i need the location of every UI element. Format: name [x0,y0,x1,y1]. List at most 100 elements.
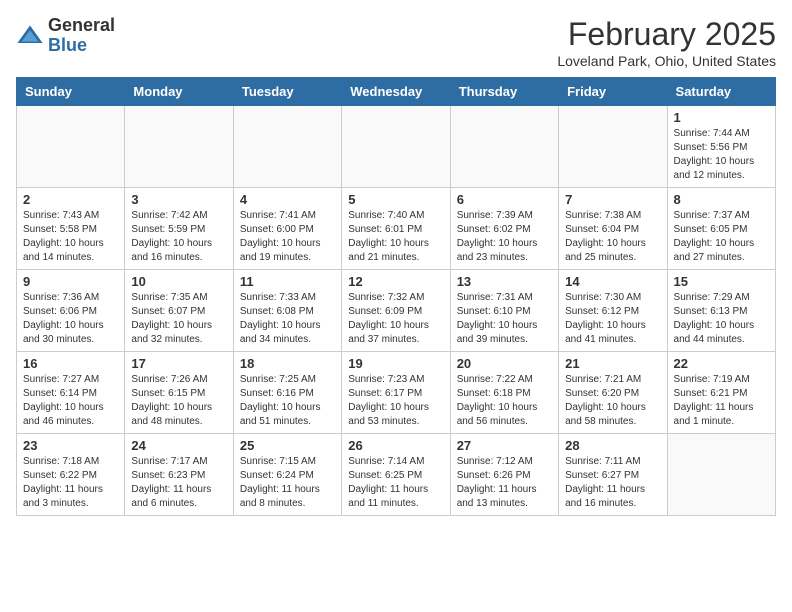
page-header: General Blue February 2025 Loveland Park… [16,16,776,69]
day-info: Sunrise: 7:14 AM Sunset: 6:25 PM Dayligh… [348,455,443,511]
day-number: 16 [23,356,118,371]
calendar-cell: 17 Sunrise: 7:26 AM Sunset: 6:15 PM Dayli… [125,352,233,434]
day-info: Sunrise: 7:11 AM Sunset: 6:27 PM Dayligh… [565,455,660,511]
day-info: Sunrise: 7:12 AM Sunset: 6:26 PM Dayligh… [457,455,552,511]
calendar-cell: 4 Sunrise: 7:41 AM Sunset: 6:00 PM Daylig… [233,188,341,270]
calendar-cell: 2 Sunrise: 7:43 AM Sunset: 5:58 PM Daylig… [17,188,125,270]
calendar-header-row: SundayMondayTuesdayWednesdayThursdayFrid… [17,78,776,106]
calendar-cell [667,434,775,516]
calendar-cell: 1 Sunrise: 7:44 AM Sunset: 5:56 PM Daylig… [667,106,775,188]
calendar-cell: 12 Sunrise: 7:32 AM Sunset: 6:09 PM Dayli… [342,270,450,352]
day-number: 13 [457,274,552,289]
day-info: Sunrise: 7:17 AM Sunset: 6:23 PM Dayligh… [131,455,226,511]
weekday-header-sunday: Sunday [17,78,125,106]
calendar-cell [559,106,667,188]
day-info: Sunrise: 7:19 AM Sunset: 6:21 PM Dayligh… [674,373,769,429]
day-number: 14 [565,274,660,289]
day-number: 21 [565,356,660,371]
weekday-header-tuesday: Tuesday [233,78,341,106]
calendar-cell: 6 Sunrise: 7:39 AM Sunset: 6:02 PM Daylig… [450,188,558,270]
day-info: Sunrise: 7:42 AM Sunset: 5:59 PM Dayligh… [131,209,226,265]
logo-blue-text: Blue [48,36,115,56]
day-info: Sunrise: 7:25 AM Sunset: 6:16 PM Dayligh… [240,373,335,429]
day-info: Sunrise: 7:39 AM Sunset: 6:02 PM Dayligh… [457,209,552,265]
day-number: 26 [348,438,443,453]
day-info: Sunrise: 7:23 AM Sunset: 6:17 PM Dayligh… [348,373,443,429]
calendar-cell: 14 Sunrise: 7:30 AM Sunset: 6:12 PM Dayli… [559,270,667,352]
day-info: Sunrise: 7:22 AM Sunset: 6:18 PM Dayligh… [457,373,552,429]
day-number: 17 [131,356,226,371]
calendar-cell: 23Sunrise: 7:18 AM Sunset: 6:22 PM Dayli… [17,434,125,516]
calendar-cell: 18 Sunrise: 7:25 AM Sunset: 6:16 PM Dayli… [233,352,341,434]
day-info: Sunrise: 7:31 AM Sunset: 6:10 PM Dayligh… [457,291,552,347]
calendar-cell: 26 Sunrise: 7:14 AM Sunset: 6:25 PM Dayli… [342,434,450,516]
calendar-cell [125,106,233,188]
day-number: 6 [457,192,552,207]
day-number: 18 [240,356,335,371]
day-number: 20 [457,356,552,371]
calendar-cell: 21 Sunrise: 7:21 AM Sunset: 6:20 PM Dayli… [559,352,667,434]
day-number: 9 [23,274,118,289]
day-number: 27 [457,438,552,453]
logo-general-text: General [48,16,115,36]
day-info: Sunrise: 7:21 AM Sunset: 6:20 PM Dayligh… [565,373,660,429]
calendar-cell [450,106,558,188]
title-block: February 2025 Loveland Park, Ohio, Unite… [557,16,776,69]
weekday-header-monday: Monday [125,78,233,106]
calendar-cell [342,106,450,188]
calendar-cell: 9 Sunrise: 7:36 AM Sunset: 6:06 PM Daylig… [17,270,125,352]
calendar-cell: 3 Sunrise: 7:42 AM Sunset: 5:59 PM Daylig… [125,188,233,270]
day-info: Sunrise: 7:30 AM Sunset: 6:12 PM Dayligh… [565,291,660,347]
calendar-cell: 7Sunrise: 7:38 AM Sunset: 6:04 PM Daylig… [559,188,667,270]
calendar-week-row: 16Sunrise: 7:27 AM Sunset: 6:14 PM Dayli… [17,352,776,434]
day-info: Sunrise: 7:36 AM Sunset: 6:06 PM Dayligh… [23,291,118,347]
weekday-header-thursday: Thursday [450,78,558,106]
calendar-cell: 11Sunrise: 7:33 AM Sunset: 6:08 PM Dayli… [233,270,341,352]
calendar-cell: 8 Sunrise: 7:37 AM Sunset: 6:05 PM Daylig… [667,188,775,270]
calendar-cell [17,106,125,188]
logo-icon [16,22,44,50]
day-number: 22 [674,356,769,371]
day-number: 28 [565,438,660,453]
calendar-cell: 16Sunrise: 7:27 AM Sunset: 6:14 PM Dayli… [17,352,125,434]
calendar-cell: 15Sunrise: 7:29 AM Sunset: 6:13 PM Dayli… [667,270,775,352]
weekday-header-wednesday: Wednesday [342,78,450,106]
day-info: Sunrise: 7:18 AM Sunset: 6:22 PM Dayligh… [23,455,118,511]
day-number: 3 [131,192,226,207]
weekday-header-friday: Friday [559,78,667,106]
day-number: 25 [240,438,335,453]
month-title: February 2025 [557,16,776,53]
calendar-table: SundayMondayTuesdayWednesdayThursdayFrid… [16,77,776,516]
calendar-cell: 28 Sunrise: 7:11 AM Sunset: 6:27 PM Dayli… [559,434,667,516]
day-number: 10 [131,274,226,289]
day-number: 8 [674,192,769,207]
location-subtitle: Loveland Park, Ohio, United States [557,53,776,69]
day-info: Sunrise: 7:41 AM Sunset: 6:00 PM Dayligh… [240,209,335,265]
calendar-cell: 24 Sunrise: 7:17 AM Sunset: 6:23 PM Dayli… [125,434,233,516]
day-number: 24 [131,438,226,453]
calendar-week-row: 1 Sunrise: 7:44 AM Sunset: 5:56 PM Daylig… [17,106,776,188]
day-info: Sunrise: 7:26 AM Sunset: 6:15 PM Dayligh… [131,373,226,429]
day-number: 2 [23,192,118,207]
calendar-cell: 27 Sunrise: 7:12 AM Sunset: 6:26 PM Dayli… [450,434,558,516]
calendar-cell: 19Sunrise: 7:23 AM Sunset: 6:17 PM Dayli… [342,352,450,434]
calendar-cell: 25Sunrise: 7:15 AM Sunset: 6:24 PM Dayli… [233,434,341,516]
day-number: 5 [348,192,443,207]
day-info: Sunrise: 7:44 AM Sunset: 5:56 PM Dayligh… [674,127,769,183]
day-info: Sunrise: 7:35 AM Sunset: 6:07 PM Dayligh… [131,291,226,347]
calendar-cell: 13 Sunrise: 7:31 AM Sunset: 6:10 PM Dayli… [450,270,558,352]
day-number: 1 [674,110,769,125]
calendar-cell: 22 Sunrise: 7:19 AM Sunset: 6:21 PM Dayli… [667,352,775,434]
calendar-cell: 5Sunrise: 7:40 AM Sunset: 6:01 PM Daylig… [342,188,450,270]
day-info: Sunrise: 7:32 AM Sunset: 6:09 PM Dayligh… [348,291,443,347]
day-info: Sunrise: 7:43 AM Sunset: 5:58 PM Dayligh… [23,209,118,265]
day-number: 7 [565,192,660,207]
calendar-cell: 20 Sunrise: 7:22 AM Sunset: 6:18 PM Dayli… [450,352,558,434]
calendar-cell: 10 Sunrise: 7:35 AM Sunset: 6:07 PM Dayli… [125,270,233,352]
day-number: 12 [348,274,443,289]
calendar-week-row: 9 Sunrise: 7:36 AM Sunset: 6:06 PM Daylig… [17,270,776,352]
calendar-cell [233,106,341,188]
calendar-week-row: 23Sunrise: 7:18 AM Sunset: 6:22 PM Dayli… [17,434,776,516]
day-info: Sunrise: 7:37 AM Sunset: 6:05 PM Dayligh… [674,209,769,265]
day-number: 4 [240,192,335,207]
